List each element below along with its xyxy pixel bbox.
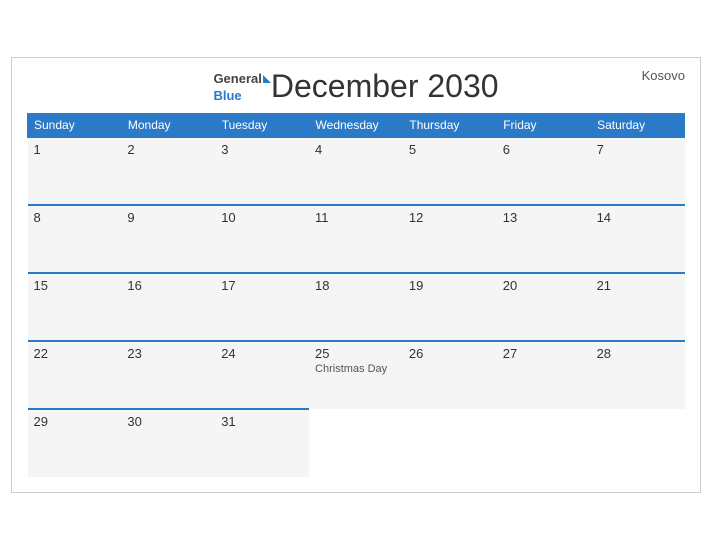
table-row: 18 — [309, 273, 403, 341]
table-row: 6 — [497, 137, 591, 205]
day-number: 16 — [127, 278, 209, 293]
header-friday: Friday — [497, 114, 591, 138]
day-number: 13 — [503, 210, 585, 225]
table-row: 5 — [403, 137, 497, 205]
weekday-header-row: Sunday Monday Tuesday Wednesday Thursday… — [28, 114, 685, 138]
day-number: 18 — [315, 278, 397, 293]
table-row — [403, 409, 497, 477]
day-number: 25 — [315, 346, 397, 361]
calendar-week-row: 29 30 31 — [28, 409, 685, 477]
day-number: 10 — [221, 210, 303, 225]
header-wednesday: Wednesday — [309, 114, 403, 138]
day-number: 17 — [221, 278, 303, 293]
table-row: 15 — [28, 273, 122, 341]
table-row: 31 — [215, 409, 309, 477]
day-number: 5 — [409, 142, 491, 157]
logo-blue: Blue — [213, 88, 270, 104]
header-tuesday: Tuesday — [215, 114, 309, 138]
header-sunday: Sunday — [28, 114, 122, 138]
header-monday: Monday — [121, 114, 215, 138]
table-row: 24 — [215, 341, 309, 409]
table-row: 28 — [591, 341, 685, 409]
day-number: 23 — [127, 346, 209, 361]
day-number: 8 — [34, 210, 116, 225]
day-number: 9 — [127, 210, 209, 225]
day-number: 1 — [34, 142, 116, 157]
table-row — [497, 409, 591, 477]
day-number: 27 — [503, 346, 585, 361]
day-number: 14 — [597, 210, 679, 225]
day-number: 20 — [503, 278, 585, 293]
logo: General Blue — [213, 69, 270, 104]
day-number: 4 — [315, 142, 397, 157]
day-number: 30 — [127, 414, 209, 429]
day-number: 2 — [127, 142, 209, 157]
day-number: 15 — [34, 278, 116, 293]
table-row: 2 — [121, 137, 215, 205]
day-number: 24 — [221, 346, 303, 361]
calendar-week-row: 22 23 24 25 Christmas Day 26 27 28 — [28, 341, 685, 409]
day-number: 22 — [34, 346, 116, 361]
table-row: 27 — [497, 341, 591, 409]
day-number: 12 — [409, 210, 491, 225]
day-number: 19 — [409, 278, 491, 293]
table-row: 8 — [28, 205, 122, 273]
calendar-week-row: 15 16 17 18 19 20 21 — [28, 273, 685, 341]
day-number: 21 — [597, 278, 679, 293]
table-row: 19 — [403, 273, 497, 341]
table-row: 14 — [591, 205, 685, 273]
calendar-title: December 2030 — [271, 68, 499, 105]
country-label: Kosovo — [642, 68, 685, 83]
day-number: 28 — [597, 346, 679, 361]
table-row: 10 — [215, 205, 309, 273]
header-thursday: Thursday — [403, 114, 497, 138]
day-number: 6 — [503, 142, 585, 157]
calendar-table: Sunday Monday Tuesday Wednesday Thursday… — [27, 113, 685, 477]
table-row: 25 Christmas Day — [309, 341, 403, 409]
table-row: 1 — [28, 137, 122, 205]
holiday-label: Christmas Day — [315, 363, 397, 375]
table-row: 20 — [497, 273, 591, 341]
table-row: 29 — [28, 409, 122, 477]
calendar-week-row: 89 10 11 12 13 14 — [28, 205, 685, 273]
table-row — [309, 409, 403, 477]
day-number: 29 — [34, 414, 116, 429]
day-number: 11 — [315, 210, 397, 225]
table-row: 12 — [403, 205, 497, 273]
calendar-container: General Blue December 2030 Kosovo Sunday… — [11, 57, 701, 493]
table-row — [591, 409, 685, 477]
table-row: 11 — [309, 205, 403, 273]
table-row: 23 — [121, 341, 215, 409]
table-row: 13 — [497, 205, 591, 273]
day-number: 26 — [409, 346, 491, 361]
calendar-week-row: 1234567 — [28, 137, 685, 205]
table-row: 9 — [121, 205, 215, 273]
table-row: 4 — [309, 137, 403, 205]
header-saturday: Saturday — [591, 114, 685, 138]
table-row: 21 — [591, 273, 685, 341]
table-row: 30 — [121, 409, 215, 477]
table-row: 3 — [215, 137, 309, 205]
logo-general: General — [213, 69, 270, 88]
table-row: 22 — [28, 341, 122, 409]
table-row: 7 — [591, 137, 685, 205]
day-number: 31 — [221, 414, 303, 429]
table-row: 16 — [121, 273, 215, 341]
calendar-header: General Blue December 2030 Kosovo — [27, 68, 685, 105]
table-row: 26 — [403, 341, 497, 409]
table-row: 17 — [215, 273, 309, 341]
day-number: 3 — [221, 142, 303, 157]
day-number: 7 — [597, 142, 679, 157]
